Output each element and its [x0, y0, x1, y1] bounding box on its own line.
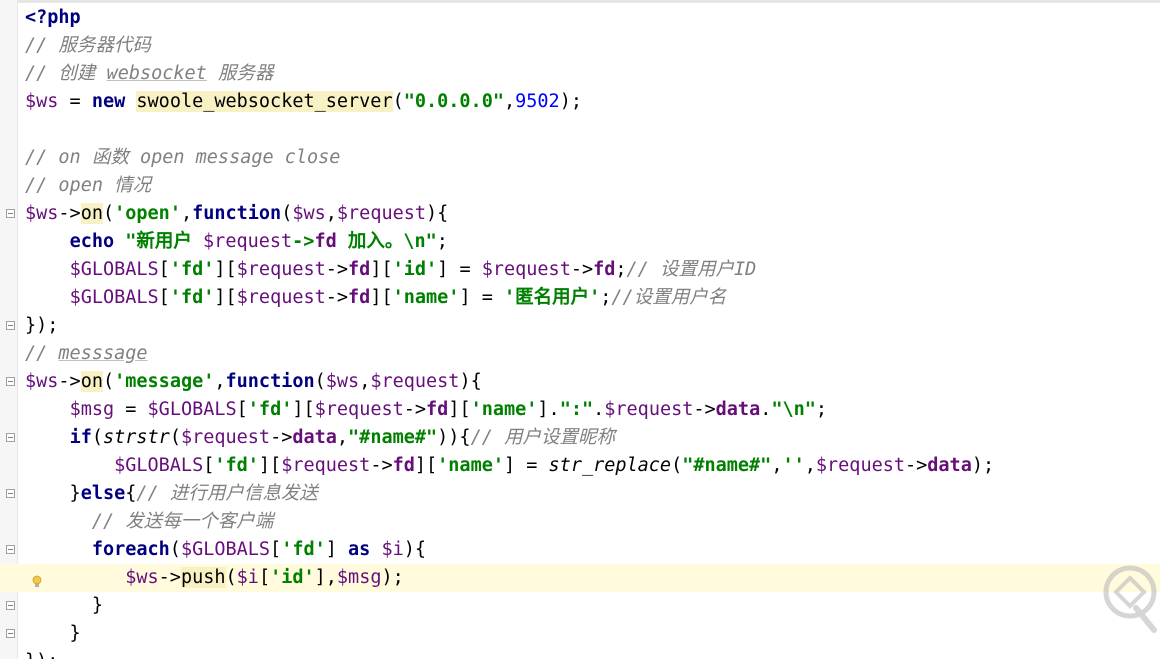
code-line-13[interactable]: // messsage [0, 340, 1160, 368]
fold-open-icon[interactable] [6, 545, 15, 554]
comment-text: // on 函数 open message close [25, 147, 341, 168]
code-editor[interactable]: <?php // 服务器代码 // 创建 websocket 服务器 $ws =… [0, 0, 1160, 659]
code-line-10[interactable]: $GLOBALS['fd'][$request->fd]['id'] = $re… [0, 256, 1160, 284]
line-text: }); [25, 648, 58, 659]
fold-close-icon[interactable] [6, 489, 15, 498]
line-text: $ws->on('open',function($ws,$request){ [25, 203, 449, 224]
line-text: foreach($GLOBALS['fd'] as $i){ [91, 539, 427, 560]
line-text: echo "新用户 $request->fd 加入。\n"; [69, 231, 448, 252]
line-text: $ws->push($i['id'],$msg); [125, 567, 404, 588]
line-text: }else{// 进行用户信息发送 [25, 483, 318, 504]
line-text: $GLOBALS['fd'][$request->fd]['id'] = $re… [69, 259, 757, 280]
line-text: // 创建 websocket 服务器 [25, 63, 274, 84]
editor-top-border [0, 0, 1160, 3]
line-text: } [25, 623, 81, 644]
fold-close-icon[interactable] [6, 601, 15, 610]
code-line-3[interactable]: // 创建 websocket 服务器 [0, 60, 1160, 88]
code-line-17[interactable]: $GLOBALS['fd'][$request->fd]['name'] = s… [0, 452, 1160, 480]
code-line-21-current[interactable]: $ws->push($i['id'],$msg); [0, 564, 1160, 592]
line-text: <?php [25, 7, 81, 28]
fold-close-icon[interactable] [6, 321, 15, 330]
code-line-2[interactable]: // 服务器代码 [0, 32, 1160, 60]
line-text: // 发送每一个客户端 [91, 511, 274, 532]
code-line-18[interactable]: }else{// 进行用户信息发送 [0, 480, 1160, 508]
fold-open-icon[interactable] [6, 209, 15, 218]
line-text: }); [25, 315, 59, 336]
code-line-4[interactable]: $ws = new swoole_websocket_server("0.0.0… [0, 88, 1160, 116]
code-line-8[interactable]: $ws->on('open',function($ws,$request){ [0, 200, 1160, 228]
line-text: $msg = $GLOBALS['fd'][$request->fd]['nam… [69, 399, 828, 420]
code-line-20[interactable]: foreach($GLOBALS['fd'] as $i){ [0, 536, 1160, 564]
code-line-11[interactable]: $GLOBALS['fd'][$request->fd]['name'] = '… [0, 284, 1160, 312]
line-text: } [25, 595, 103, 616]
code-line-1[interactable]: <?php [0, 4, 1160, 32]
code-line-7[interactable]: // open 情况 [0, 172, 1160, 200]
line-text: $GLOBALS['fd'][$request->fd]['name'] = s… [114, 455, 995, 476]
line-text: // messsage [25, 343, 148, 364]
line-text: $GLOBALS['fd'][$request->fd]['name'] = '… [69, 287, 727, 308]
code-line-15[interactable]: $msg = $GLOBALS['fd'][$request->fd]['nam… [0, 396, 1160, 424]
code-line-14[interactable]: $ws->on('message',function($ws,$request)… [0, 368, 1160, 396]
code-line-19[interactable]: // 发送每一个客户端 [0, 508, 1160, 536]
code-line-5[interactable] [0, 116, 1160, 144]
code-line-6[interactable]: // on 函数 open message close [0, 144, 1160, 172]
code-line-23[interactable]: } [0, 620, 1160, 648]
watermark-logo [1096, 560, 1160, 636]
line-text: if(strstr($request->data,"#name#")){// 用… [69, 427, 615, 448]
line-text: $ws->on('message',function($ws,$request)… [25, 371, 482, 392]
fold-open-icon[interactable] [6, 377, 15, 386]
code-line-22[interactable]: } [0, 592, 1160, 620]
comment-text: // open 情况 [25, 175, 152, 196]
line-text: $ws = new swoole_websocket_server("0.0.0… [25, 91, 582, 112]
code-line-9[interactable]: echo "新用户 $request->fd 加入。\n"; [0, 228, 1160, 256]
comment-text: // 服务器代码 [25, 35, 151, 56]
code-line-24[interactable]: }); [0, 648, 1160, 659]
fold-open-icon[interactable] [6, 433, 15, 442]
code-line-12[interactable]: }); [0, 312, 1160, 340]
fold-close-icon[interactable] [6, 629, 15, 638]
code-line-16[interactable]: if(strstr($request->data,"#name#")){// 用… [0, 424, 1160, 452]
